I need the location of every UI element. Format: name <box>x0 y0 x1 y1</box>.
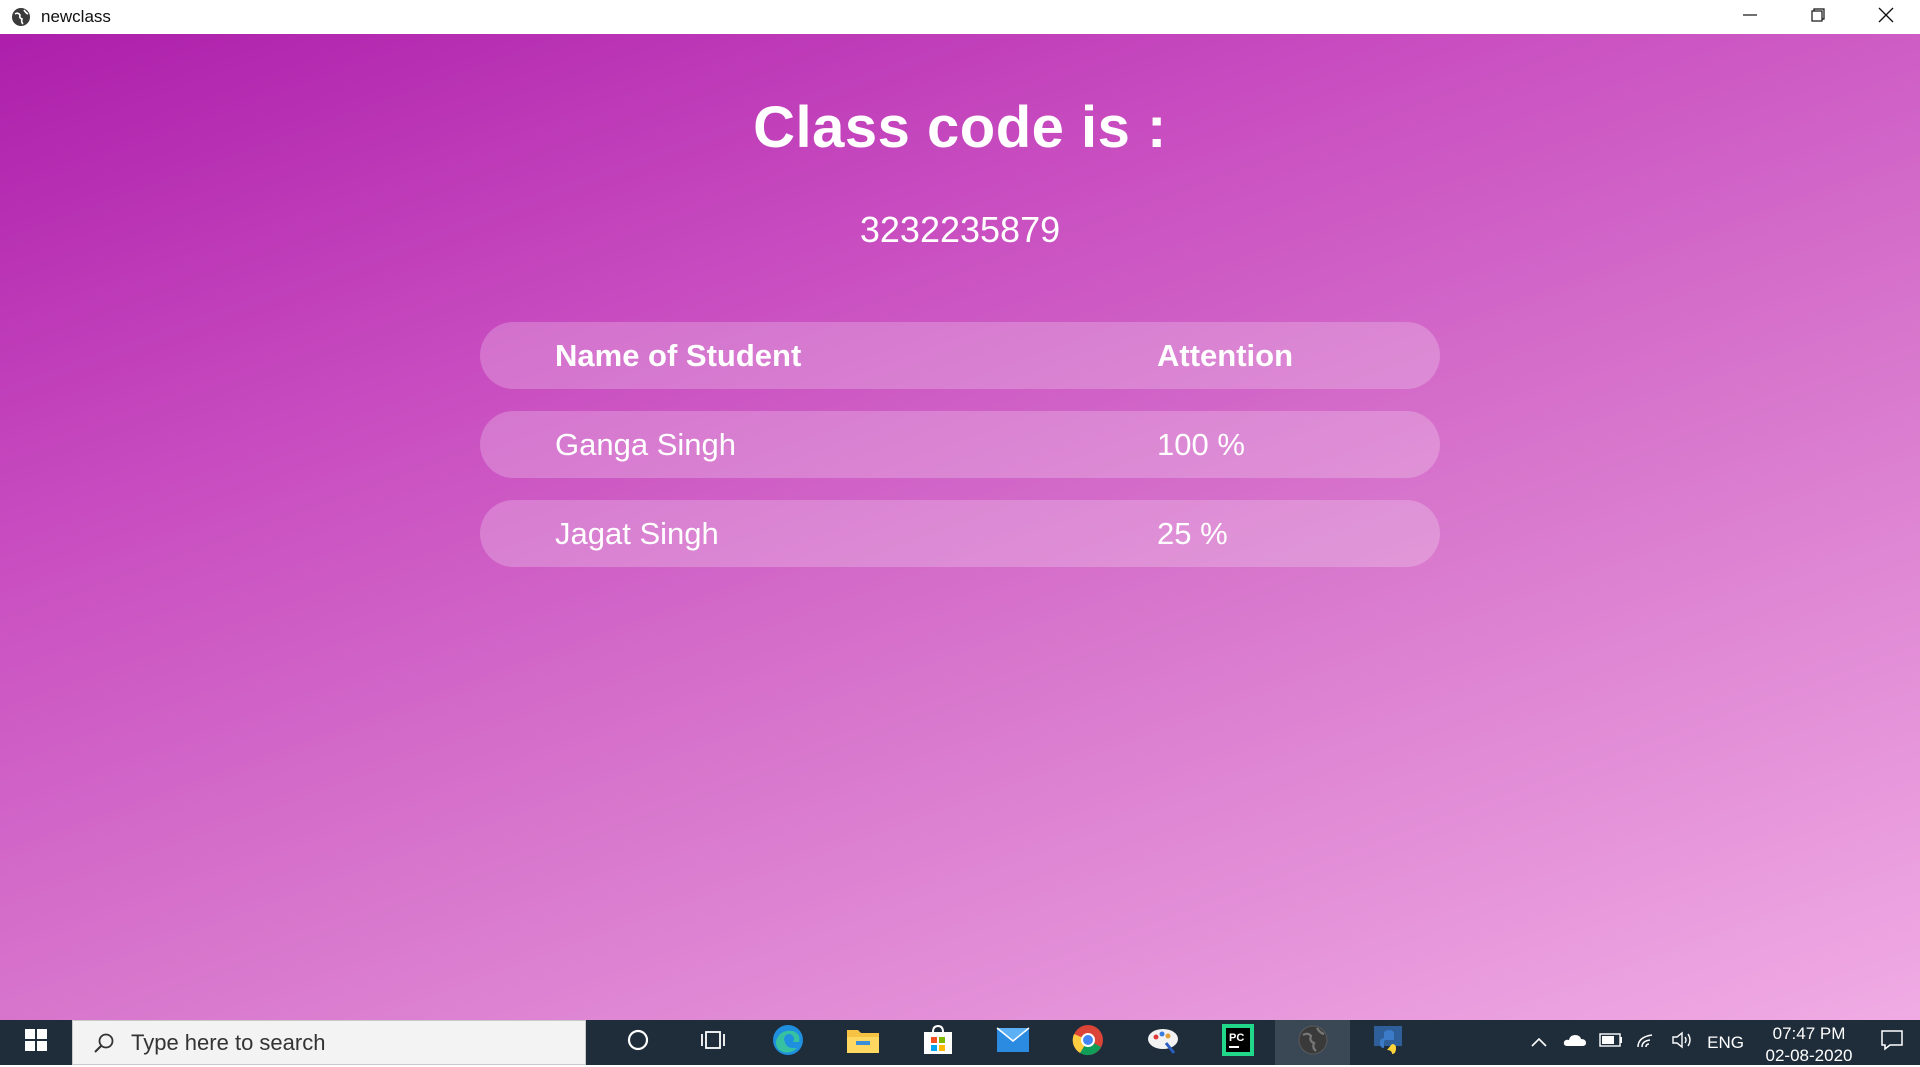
file-explorer-icon <box>846 1025 880 1060</box>
table-row[interactable]: Ganga Singh 100 % <box>480 411 1440 478</box>
app-content: Class code is : 3232235879 Name of Stude… <box>0 34 1920 1020</box>
edge-button[interactable] <box>750 1020 825 1065</box>
student-attention: 25 % <box>1157 515 1228 551</box>
globe-app-icon <box>1297 1024 1329 1061</box>
action-center-button[interactable] <box>1864 1020 1920 1065</box>
battery-button[interactable] <box>1593 1020 1629 1065</box>
search-icon <box>91 1030 117 1056</box>
close-button[interactable] <box>1852 0 1920 34</box>
title-bar: newclass <box>0 0 1920 34</box>
paint-button[interactable] <box>1125 1020 1200 1065</box>
python-button[interactable] <box>1350 1020 1425 1065</box>
notification-icon <box>1880 1029 1904 1056</box>
mail-icon <box>996 1027 1030 1058</box>
chrome-icon <box>1072 1024 1104 1061</box>
volume-icon <box>1671 1031 1695 1054</box>
clock[interactable]: 07:47 PM 02-08-2020 <box>1754 1019 1864 1067</box>
edge-icon <box>771 1023 805 1062</box>
pycharm-icon: PC <box>1221 1024 1254 1061</box>
task-view-icon <box>700 1028 726 1057</box>
language-indicator[interactable]: ENG <box>1707 1033 1744 1053</box>
column-header-attention: Attention <box>1157 337 1294 373</box>
student-name: Jagat Singh <box>555 515 719 551</box>
student-name: Ganga Singh <box>555 426 736 462</box>
minimize-button[interactable] <box>1716 0 1784 34</box>
taskbar: Type here to search PC ENG 07:47 PM 02-0… <box>0 1020 1920 1065</box>
cortana-icon <box>626 1028 650 1057</box>
globe-app-button[interactable] <box>1275 1020 1350 1065</box>
pycharm-button[interactable]: PC <box>1200 1020 1275 1065</box>
task-view-button[interactable] <box>675 1020 750 1065</box>
class-code-value: 3232235879 <box>859 209 1061 250</box>
onedrive-button[interactable] <box>1557 1020 1593 1065</box>
close-icon <box>1878 7 1894 28</box>
search-placeholder: Type here to search <box>131 1029 326 1055</box>
cortana-button[interactable] <box>600 1020 675 1065</box>
chevron-up-icon <box>1531 1034 1547 1052</box>
clock-time: 07:47 PM <box>1772 1023 1846 1043</box>
minimize-icon <box>1743 8 1757 27</box>
python-icon <box>1372 1024 1404 1061</box>
restore-icon <box>1811 7 1825 27</box>
window-title: newclass <box>41 7 111 26</box>
chrome-button[interactable] <box>1050 1020 1125 1065</box>
taskbar-search-box[interactable]: Type here to search <box>72 1020 586 1065</box>
wifi-button[interactable] <box>1629 1020 1665 1065</box>
restore-button[interactable] <box>1784 0 1852 34</box>
table-header: Name of Student Attention <box>480 322 1440 389</box>
windows-start-icon <box>25 1029 47 1056</box>
table-row[interactable]: Jagat Singh 25 % <box>480 500 1440 567</box>
store-button[interactable] <box>900 1020 975 1065</box>
show-hidden-icons-button[interactable] <box>1521 1020 1557 1065</box>
battery-icon <box>1599 1033 1623 1052</box>
onedrive-icon <box>1563 1033 1587 1052</box>
wifi-icon <box>1636 1031 1658 1054</box>
clock-date: 02-08-2020 <box>1765 1045 1853 1065</box>
globe-icon <box>10 6 32 28</box>
file-explorer-button[interactable] <box>825 1020 900 1065</box>
volume-button[interactable] <box>1665 1020 1701 1065</box>
start-button[interactable] <box>0 1020 72 1065</box>
system-tray: ENG 07:47 PM 02-08-2020 <box>1521 1020 1920 1065</box>
page-title: Class code is : <box>753 95 1167 160</box>
svg-text:PC: PC <box>1229 1032 1244 1044</box>
mail-button[interactable] <box>975 1020 1050 1065</box>
store-icon <box>922 1024 954 1061</box>
column-header-name: Name of Student <box>555 337 802 373</box>
paint-icon <box>1146 1025 1180 1060</box>
student-attention: 100 % <box>1157 426 1245 462</box>
